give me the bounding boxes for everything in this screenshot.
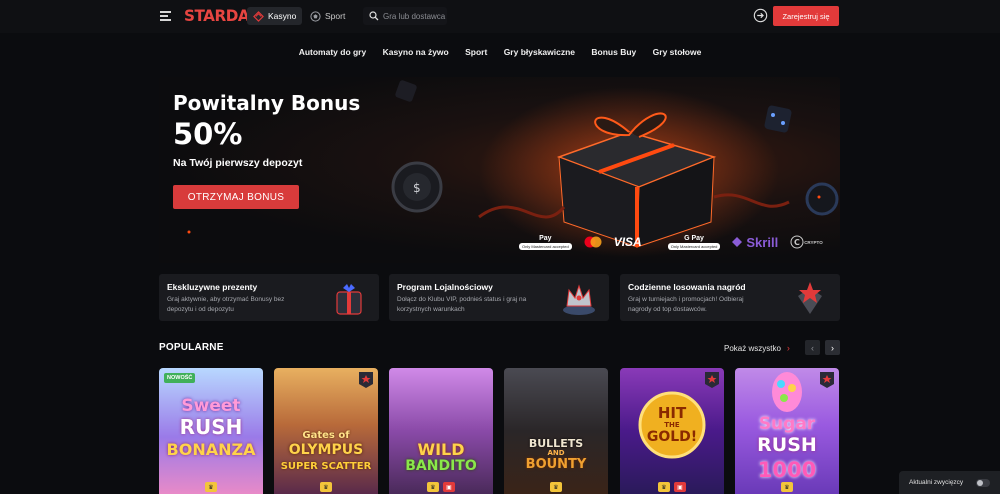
gift-icon: [336, 284, 362, 315]
game-title-line1: Gates of: [302, 430, 350, 441]
game-title-line2: WILD: [417, 440, 465, 459]
game-title-line2: AND: [547, 449, 565, 457]
svg-text:$: $: [413, 181, 421, 195]
search-input[interactable]: Gra lub dostawca: [363, 7, 447, 25]
star-box-icon: [798, 282, 822, 314]
game-tile[interactable]: WILD BANDITO ♛ ▣: [389, 368, 493, 494]
game-tile[interactable]: HIT THE GOLD! ♛ ▣: [620, 368, 724, 494]
game-tile[interactable]: Sugar RUSH 1000 ♛: [735, 368, 839, 494]
prev-arrow-button[interactable]: ‹: [805, 340, 820, 355]
category-nav: Automaty do gry Kasyno na żywo Sport Gry…: [0, 47, 1000, 57]
skrill-logo: Skrill: [732, 235, 778, 250]
google-pay-logo: G Pay Only Mastercard accepted: [667, 235, 721, 250]
promo-daily-draws[interactable]: Codzienne losowania nagród Graj w turnie…: [620, 274, 840, 321]
winners-label: Aktualni zwycięzcy: [909, 479, 964, 486]
trophy-icon: ♛: [781, 482, 793, 492]
show-all-label: Pokaż wszystko: [724, 343, 781, 353]
category-instant-games[interactable]: Gry błyskawiczne: [504, 47, 575, 57]
hero-subtitle: Na Twój pierwszy depozyt: [173, 157, 303, 169]
gift-icon: ▣: [443, 482, 455, 492]
search-placeholder: Gra lub dostawca: [383, 11, 446, 21]
nav-sport-label: Sport: [325, 11, 346, 21]
game-title-line3: BOUNTY: [525, 457, 587, 472]
crypto-icon: C: [790, 235, 804, 249]
game-title-line1: Sugar: [758, 414, 816, 434]
promo-title: Codzienne losowania nagród: [628, 282, 746, 292]
trophy-icon: ♛: [550, 482, 562, 492]
game-title-line3: SUPER SCATTER: [280, 461, 372, 472]
drops-wins-badge: [705, 372, 719, 388]
game-tile[interactable]: Gates of OLYMPUS SUPER SCATTER ♛: [274, 368, 378, 494]
current-winners-widget[interactable]: Aktualni zwycięzcy: [899, 471, 1000, 494]
game-title-line1: Sweet: [181, 396, 241, 416]
promo-title: Ekskluzywne prezenty: [167, 282, 258, 292]
crown-icon: [563, 284, 595, 315]
next-arrow-button[interactable]: ›: [825, 340, 840, 355]
game-title-line2: THE: [664, 421, 680, 429]
login-icon[interactable]: [753, 8, 768, 23]
game-tile[interactable]: NOWOŚĆ Sweet RUSH BONANZA ♛: [159, 368, 263, 494]
mastercard-logo: [584, 236, 602, 248]
game-title-line1: HIT: [657, 404, 687, 422]
trophy-icon: ♛: [658, 482, 670, 492]
gift-icon: ▣: [674, 482, 686, 492]
trophy-icon: ♛: [320, 482, 332, 492]
game-title-line3: GOLD!: [646, 429, 698, 445]
get-bonus-button[interactable]: OTRZYMAJ BONUS: [173, 185, 299, 209]
game-title-line2: RUSH: [757, 434, 817, 456]
category-live-casino[interactable]: Kasyno na żywo: [383, 47, 449, 57]
register-button[interactable]: Zarejestruj się: [773, 6, 839, 26]
new-badge: NOWOŚĆ: [164, 373, 196, 383]
game-tile[interactable]: BULLETS AND BOUNTY ♛: [504, 368, 608, 494]
drops-wins-badge: [820, 372, 834, 388]
candy-balloon-art: [772, 372, 802, 412]
soccer-ball-icon: [310, 10, 321, 22]
crypto-logo: C CRYPTO: [790, 235, 823, 249]
promo-desc: Graj aktywnie, aby otrzymać Bonusy bez d…: [167, 296, 285, 313]
hero-banner[interactable]: $ Powitalny Bonus 50% Na Twój pierwszy d…: [159, 77, 840, 263]
payment-methods: Pay Only Mastercard accepted VISA G Pay On…: [519, 232, 839, 252]
nav-casino-label: Kasyno: [268, 11, 297, 21]
search-icon: [369, 11, 379, 21]
game-title-line2: OLYMPUS: [288, 442, 364, 458]
menu-icon[interactable]: [160, 11, 171, 21]
promo-loyalty[interactable]: Program Lojalnościowy Dołącz do Klubu VI…: [389, 274, 609, 321]
logo[interactable]: STARDA: [184, 6, 250, 25]
hero-title: Powitalny Bonus: [173, 91, 361, 115]
game-title-line3: BONANZA: [166, 440, 256, 459]
hero-percent: 50%: [173, 117, 243, 151]
game-title-line3: 1000: [757, 458, 817, 482]
drops-wins-badge: [359, 372, 373, 388]
game-title-line2: RUSH: [179, 415, 243, 439]
category-bonus-buy[interactable]: Bonus Buy: [591, 47, 636, 57]
show-all-link[interactable]: Pokaż wszystko ›: [724, 343, 790, 353]
apple-pay-logo: Pay Only Mastercard accepted: [519, 235, 572, 250]
promo-desc: Graj w turniejach i promocjach! Odbieraj…: [628, 296, 744, 313]
trophy-icon: ♛: [205, 482, 217, 492]
promo-desc: Dołącz do Klubu VIP, podnieś status i gr…: [397, 296, 527, 313]
nav-casino[interactable]: Kasyno: [247, 7, 303, 25]
category-table-games[interactable]: Gry stołowe: [653, 47, 702, 57]
svg-text:C: C: [794, 238, 800, 247]
trophy-icon: ♛: [427, 482, 439, 492]
visa-logo: VISA: [613, 235, 642, 249]
game-title-line3: BANDITO: [405, 458, 477, 474]
winners-toggle[interactable]: [976, 479, 990, 487]
nav-sport[interactable]: Sport: [304, 7, 351, 25]
top-bar: STARDA Kasyno Sport Gra lub dostawca Zar…: [0, 0, 1000, 33]
casino-icon: [253, 10, 264, 22]
promo-title: Program Lojalnościowy: [397, 282, 493, 292]
promo-exclusive-gifts[interactable]: Ekskluzywne prezenty Graj aktywnie, aby …: [159, 274, 379, 321]
category-slots[interactable]: Automaty do gry: [299, 47, 367, 57]
chevron-right-icon: ›: [786, 343, 790, 353]
category-sport[interactable]: Sport: [465, 47, 487, 57]
popular-title: POPULARNE: [159, 342, 224, 353]
skrill-icon: [732, 237, 743, 247]
